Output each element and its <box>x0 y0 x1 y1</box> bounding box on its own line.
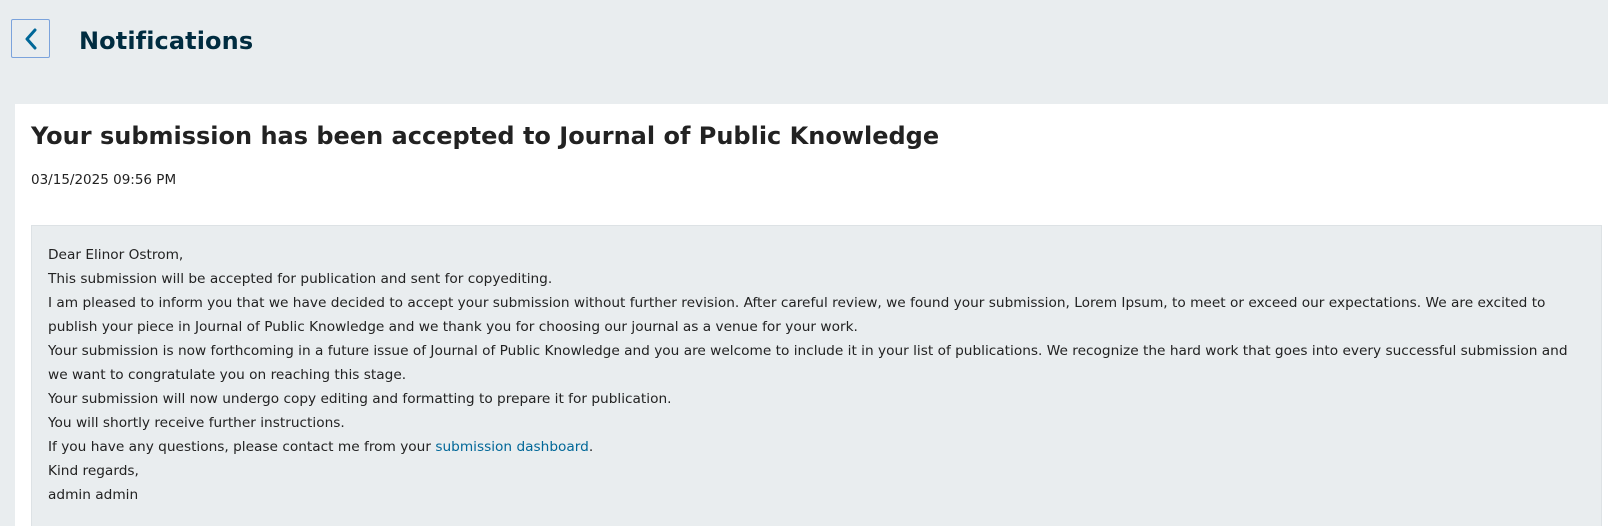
contact-suffix: . <box>588 439 594 455</box>
notification-message: Dear Elinor Ostrom, This submission will… <box>31 225 1602 526</box>
message-line: This submission will be accepted for pub… <box>48 271 553 287</box>
notification-title: Your submission has been accepted to Jou… <box>31 122 940 150</box>
message-greeting: Dear Elinor Ostrom, <box>48 247 184 263</box>
message-contact-line: If you have any questions, please contac… <box>48 435 1585 459</box>
page-title: Notifications <box>79 27 254 55</box>
message-line: Your submission will now undergo copy ed… <box>48 391 672 407</box>
message-line: Your submission is now forthcoming in a … <box>48 343 1568 383</box>
message-line: I am pleased to inform you that we have … <box>48 295 1546 335</box>
message-line: You will shortly receive further instruc… <box>48 415 345 431</box>
notification-date: 03/15/2025 09:56 PM <box>31 172 177 188</box>
submission-dashboard-link[interactable]: submission dashboard <box>435 439 589 455</box>
contact-prefix: If you have any questions, please contac… <box>48 439 436 455</box>
chevron-left-icon <box>25 28 36 49</box>
back-button[interactable] <box>11 19 50 58</box>
notification-panel: Your submission has been accepted to Jou… <box>15 104 1608 526</box>
message-signature: admin admin <box>48 487 139 503</box>
page-header: Notifications <box>0 0 1608 104</box>
message-closing: Kind regards, <box>48 463 139 479</box>
